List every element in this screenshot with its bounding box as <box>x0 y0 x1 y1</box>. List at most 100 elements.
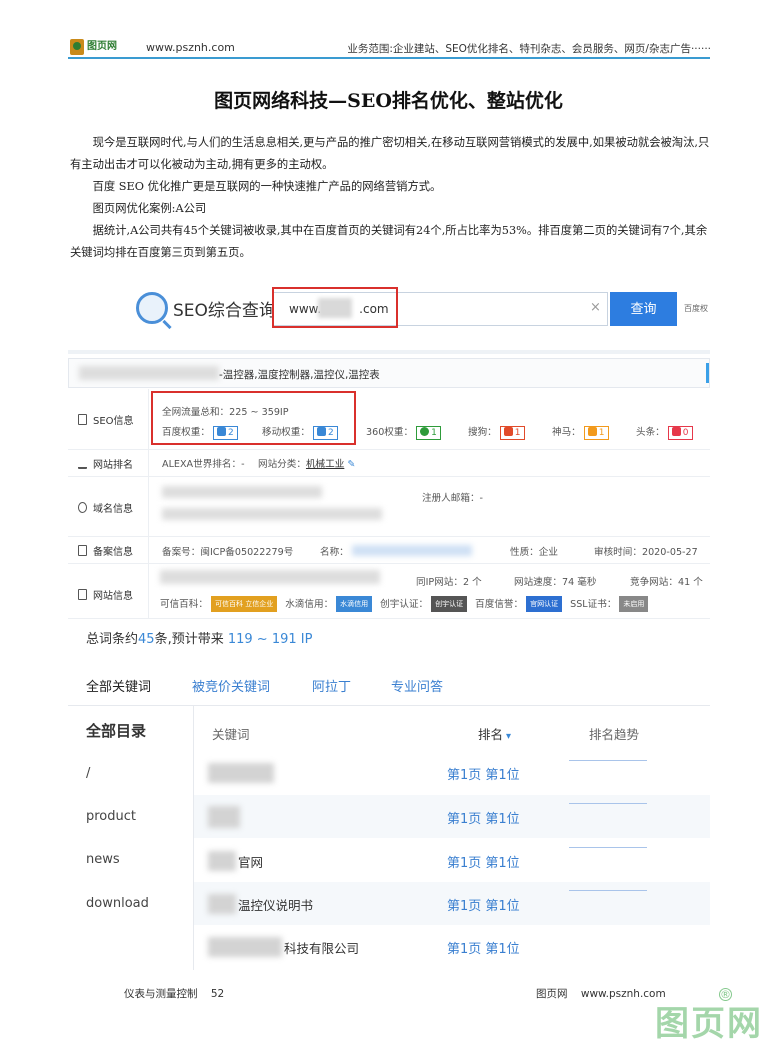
weight-toutiao-label: 头条： <box>636 427 665 438</box>
keyword-table <box>193 706 710 970</box>
alexa-rank: ALEXA世界排名：- <box>162 459 245 470</box>
ssl-label: SSL证书： <box>570 599 617 610</box>
table-row-trend <box>569 890 647 920</box>
header-scope: 业务范围:企业建站、SEO优化排名、特刊杂志、会员服务、网页/杂志广告·····… <box>347 43 711 55</box>
summary-count: 45 <box>138 632 155 647</box>
registered-mark: ® <box>719 988 732 1001</box>
weight-360: 360权重： 1 <box>366 424 441 440</box>
footer-left: 仪表与测量控制 52 <box>124 988 225 1000</box>
ssl-badge[interactable]: 未启用 <box>619 596 649 612</box>
keyword-redacted <box>208 806 240 828</box>
grid-line <box>68 476 710 477</box>
domain-redacted-1 <box>162 486 322 498</box>
keyword-redacted <box>208 763 274 783</box>
directory-item-download[interactable]: download <box>86 896 149 911</box>
rank-label-text: 网站排名 <box>93 459 133 471</box>
keyword-summary: 总词条约45条,预计带来 119 ~ 191 IP <box>86 628 312 647</box>
table-row-rank: 第1页 第1位 <box>447 899 520 914</box>
table-row-trend <box>569 760 647 790</box>
kexin-label: 可信百科： <box>160 599 208 610</box>
category-label: 网站分类： <box>258 459 306 470</box>
query-button[interactable]: 查询 <box>610 292 677 326</box>
sort-down-icon[interactable]: ▾ <box>506 731 511 742</box>
weight-360-badge[interactable]: 1 <box>416 426 441 440</box>
circle-icon <box>420 427 430 436</box>
page-title: 图页网络科技—SEO排名优化、整站优化 <box>214 90 563 112</box>
table-row-trend <box>569 847 647 877</box>
weight-360-label: 360权重： <box>366 427 414 438</box>
keyword-redacted <box>208 894 236 914</box>
chuangyu-badge[interactable]: 创宇认证 <box>431 596 468 612</box>
summary-prefix: 总词条约 <box>86 632 139 647</box>
grid-line <box>68 536 710 537</box>
table-row-rank: 第1页 第1位 <box>447 942 520 957</box>
directory-item-root[interactable]: / <box>86 766 90 781</box>
toutiao-icon <box>671 427 681 436</box>
table-row-rank: 第1页 第1位 <box>447 856 520 871</box>
logo-text: 图页网 <box>87 41 117 52</box>
seo-brand: SEO综合查询 <box>173 301 276 321</box>
weight-toutiao-value: 0 <box>682 428 689 438</box>
logo-mark-icon <box>70 39 84 55</box>
credit-row: 可信百科： 可信百科 立信企业 水滴信用： 水滴信用 创宇认证： 创宇认证 百度信誉： 官网认… <box>160 596 649 612</box>
table-row-rank: 第1页 第1位 <box>447 812 520 827</box>
site-name-redacted <box>79 366 219 380</box>
tab-all-keywords[interactable]: 全部关键词 <box>86 676 151 695</box>
weight-shenma-badge[interactable]: 1 <box>583 426 609 440</box>
weight-sogou: 搜狗： 1 <box>468 424 525 440</box>
site-info-redacted <box>160 570 380 584</box>
site-icon <box>78 588 87 600</box>
sogou-icon <box>503 427 513 436</box>
edit-icon[interactable]: ✎ <box>347 459 355 470</box>
keyword-redacted <box>208 937 282 957</box>
table-row-keyword: 温控仪说明书 <box>238 898 314 913</box>
shuidi-badge[interactable]: 水滴信用 <box>336 596 373 612</box>
weight-toutiao-badge[interactable]: 0 <box>667 426 693 440</box>
weight-360-value: 1 <box>431 428 437 438</box>
weight-shenma: 神马： 1 <box>552 424 609 440</box>
tab-qa[interactable]: 专业问答 <box>391 676 443 695</box>
category-link[interactable]: 机械工业 <box>306 459 344 470</box>
header-rule <box>68 57 710 59</box>
globe-icon <box>78 501 87 513</box>
directory-item-news[interactable]: news <box>86 852 120 867</box>
beian-info-label: 备案信息 <box>68 543 148 558</box>
beian-nature: 性质：企业 <box>510 547 558 558</box>
site-keyword-row: -温控器,温度控制器,温控仪,温控表 <box>68 358 710 388</box>
keyword-tabs: 全部关键词 被竞价关键词 阿拉丁 专业问答 <box>68 662 710 706</box>
beian-name-redacted <box>352 545 472 556</box>
col-rank[interactable]: 排名 ▾ <box>478 724 511 743</box>
site-keywords: -温控器,温度控制器,温控仪,温控表 <box>219 369 380 381</box>
registrant-email: 注册人邮箱：- <box>422 493 484 504</box>
weight-sogou-value: 1 <box>514 428 521 438</box>
weight-sogou-badge[interactable]: 1 <box>499 426 525 440</box>
weight-shenma-label: 神马： <box>552 427 581 438</box>
table-row-trend <box>569 803 647 833</box>
separator <box>68 350 710 354</box>
baidu-credit-badge[interactable]: 官网认证 <box>526 596 563 612</box>
seo-search-icon <box>136 292 168 324</box>
clear-icon[interactable]: × <box>590 300 601 315</box>
document-icon <box>78 413 87 425</box>
domain-info-label: 域名信息 <box>68 500 148 515</box>
summary-mid: 条,预计带来 <box>154 632 224 647</box>
baidu-credit-label: 百度信誉： <box>475 599 524 610</box>
site-info-label-text: 网站信息 <box>93 590 133 602</box>
directory-item-product[interactable]: product <box>86 809 136 824</box>
competing-sites: 竞争网站：41 个 <box>630 577 703 588</box>
shuidi-label: 水滴信用： <box>285 599 334 610</box>
kexin-badge[interactable]: 可信百科 立信企业 <box>210 596 278 612</box>
search-extra[interactable]: 百度权 <box>684 303 708 314</box>
tab-aladdin[interactable]: 阿拉丁 <box>312 676 351 695</box>
tab-bid-keywords[interactable]: 被竞价关键词 <box>192 676 270 695</box>
domain-label-text: 域名信息 <box>93 503 133 515</box>
watermark-logo: 图页网 <box>655 1004 763 1044</box>
beian-label-text: 备案信息 <box>93 546 133 558</box>
same-ip-sites: 同IP网站：2 个 <box>416 577 482 588</box>
header-site: www.psznh.com <box>146 41 235 54</box>
beian-number: 备案号：闽ICP备05022279号 <box>162 547 294 558</box>
directory-title: 全部目录 <box>86 722 147 740</box>
highlight-box-domain <box>272 287 398 328</box>
beian-audit-time: 审核时间：2020-05-27 <box>594 547 698 558</box>
weight-toutiao: 头条： 0 <box>636 424 693 440</box>
